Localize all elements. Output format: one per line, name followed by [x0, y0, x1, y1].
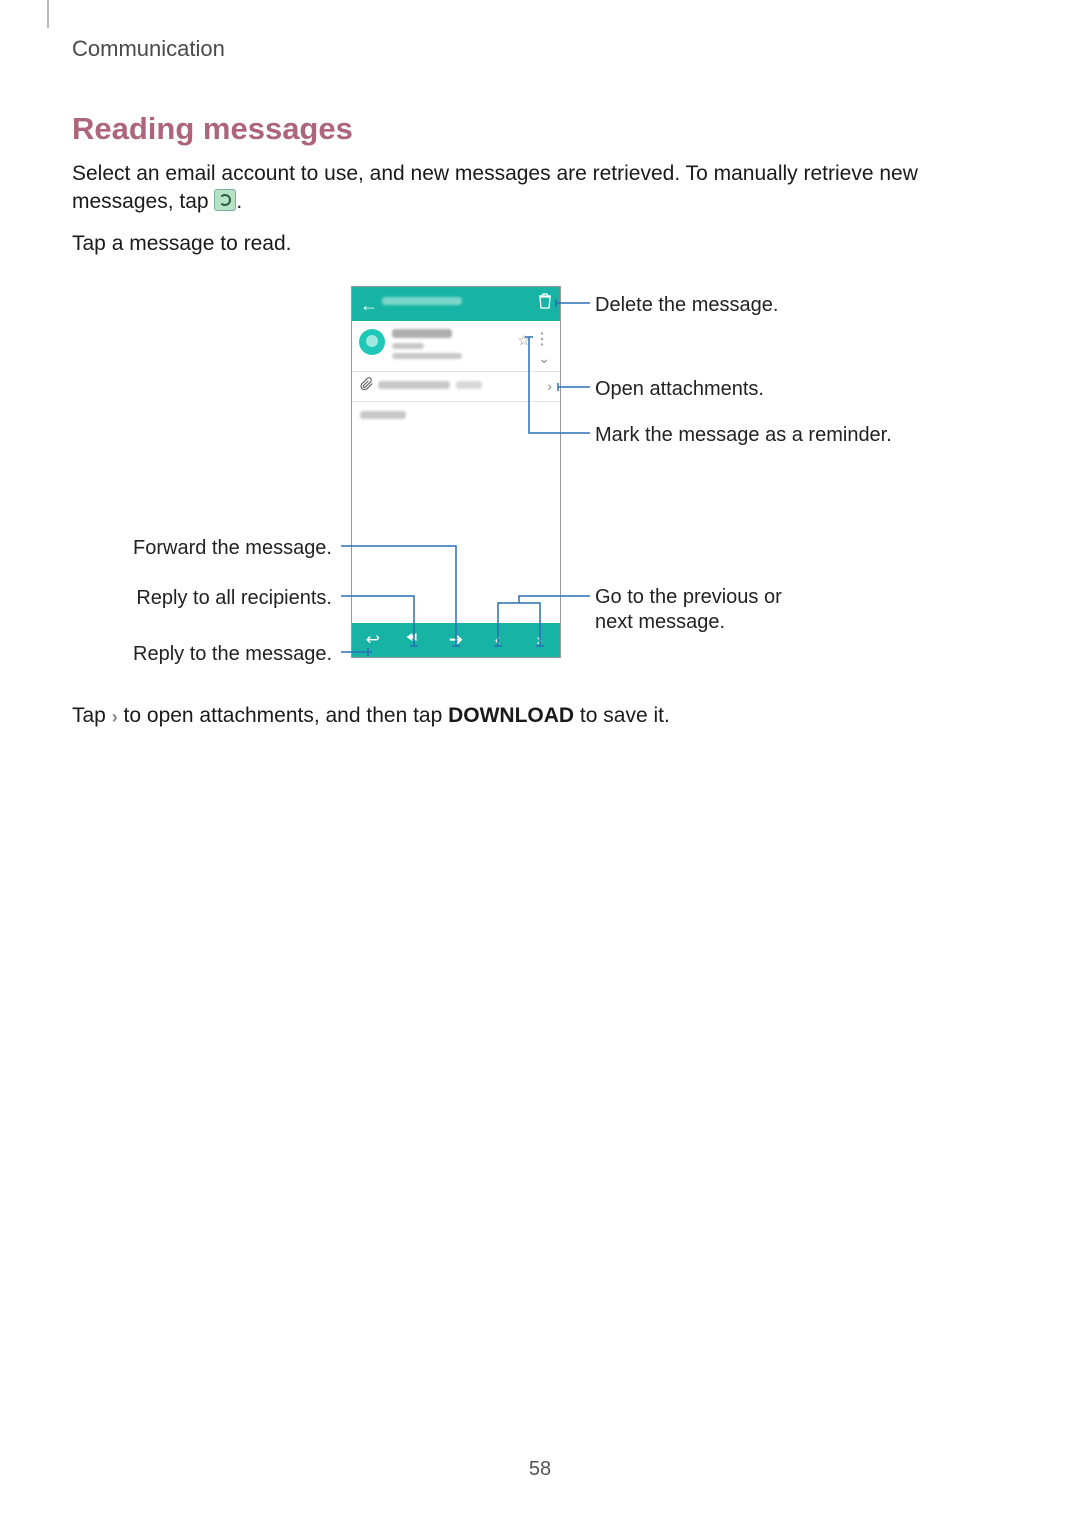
paragraph-2: Tap a message to read.: [72, 230, 992, 258]
paragraph-3c: to save it.: [574, 704, 670, 727]
callout-reply: Reply to the message.: [70, 641, 332, 668]
paragraph-3: Tap › to open attachments, and then tap …: [72, 702, 992, 730]
paragraph-3b: to open attachments, and then tap: [118, 704, 448, 727]
callout-prev-next: Go to the previous or next message.: [595, 585, 795, 635]
margin-tick: [47, 0, 49, 28]
callout-delete: Delete the message.: [595, 292, 778, 319]
paragraph-1b: .: [236, 190, 242, 213]
paragraph-3a: Tap: [72, 704, 112, 727]
section-title: Reading messages: [72, 108, 353, 150]
figure-email-detail: ← ☆ ⋮ ⌄ ›: [70, 278, 1010, 678]
paragraph-3-bold: DOWNLOAD: [448, 704, 574, 727]
page-number: 58: [0, 1456, 1080, 1483]
callout-reply-all: Reply to all recipients.: [70, 585, 332, 612]
paragraph-1: Select an email account to use, and new …: [72, 160, 992, 217]
callout-open-attachments: Open attachments.: [595, 376, 764, 403]
callout-mark-reminder: Mark the message as a reminder.: [595, 422, 892, 449]
refresh-icon: [214, 189, 236, 211]
page-header: Communication: [72, 34, 225, 64]
callout-lines: [70, 278, 1010, 678]
paragraph-1a: Select an email account to use, and new …: [72, 162, 918, 213]
callout-forward: Forward the message.: [70, 535, 332, 562]
